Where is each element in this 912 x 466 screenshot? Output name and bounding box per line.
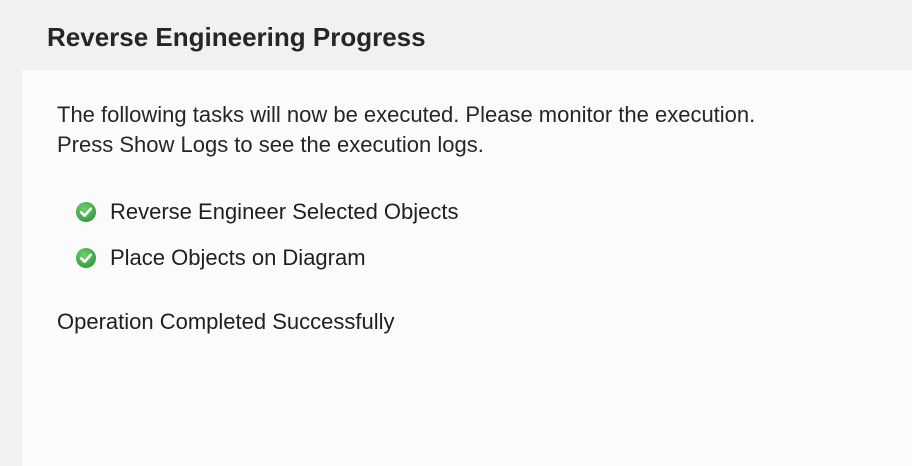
intro-line-2: Press Show Logs to see the execution log… (57, 132, 484, 157)
check-circle-icon (76, 248, 96, 268)
page-title: Reverse Engineering Progress (47, 22, 426, 52)
task-label: Place Objects on Diagram (110, 245, 366, 270)
header: Reverse Engineering Progress (0, 0, 912, 70)
progress-window: Reverse Engineering Progress The followi… (0, 0, 912, 466)
intro-text: The following tasks will now be executed… (57, 100, 755, 160)
intro-line-1: The following tasks will now be executed… (57, 102, 756, 127)
task-item: Place Objects on Diagram (75, 243, 366, 273)
check-circle-icon (76, 202, 96, 222)
task-item: Reverse Engineer Selected Objects (75, 197, 459, 227)
status-text: Operation Completed Successfully (57, 309, 395, 334)
task-label: Reverse Engineer Selected Objects (110, 199, 459, 224)
content-panel: The following tasks will now be executed… (22, 70, 912, 466)
